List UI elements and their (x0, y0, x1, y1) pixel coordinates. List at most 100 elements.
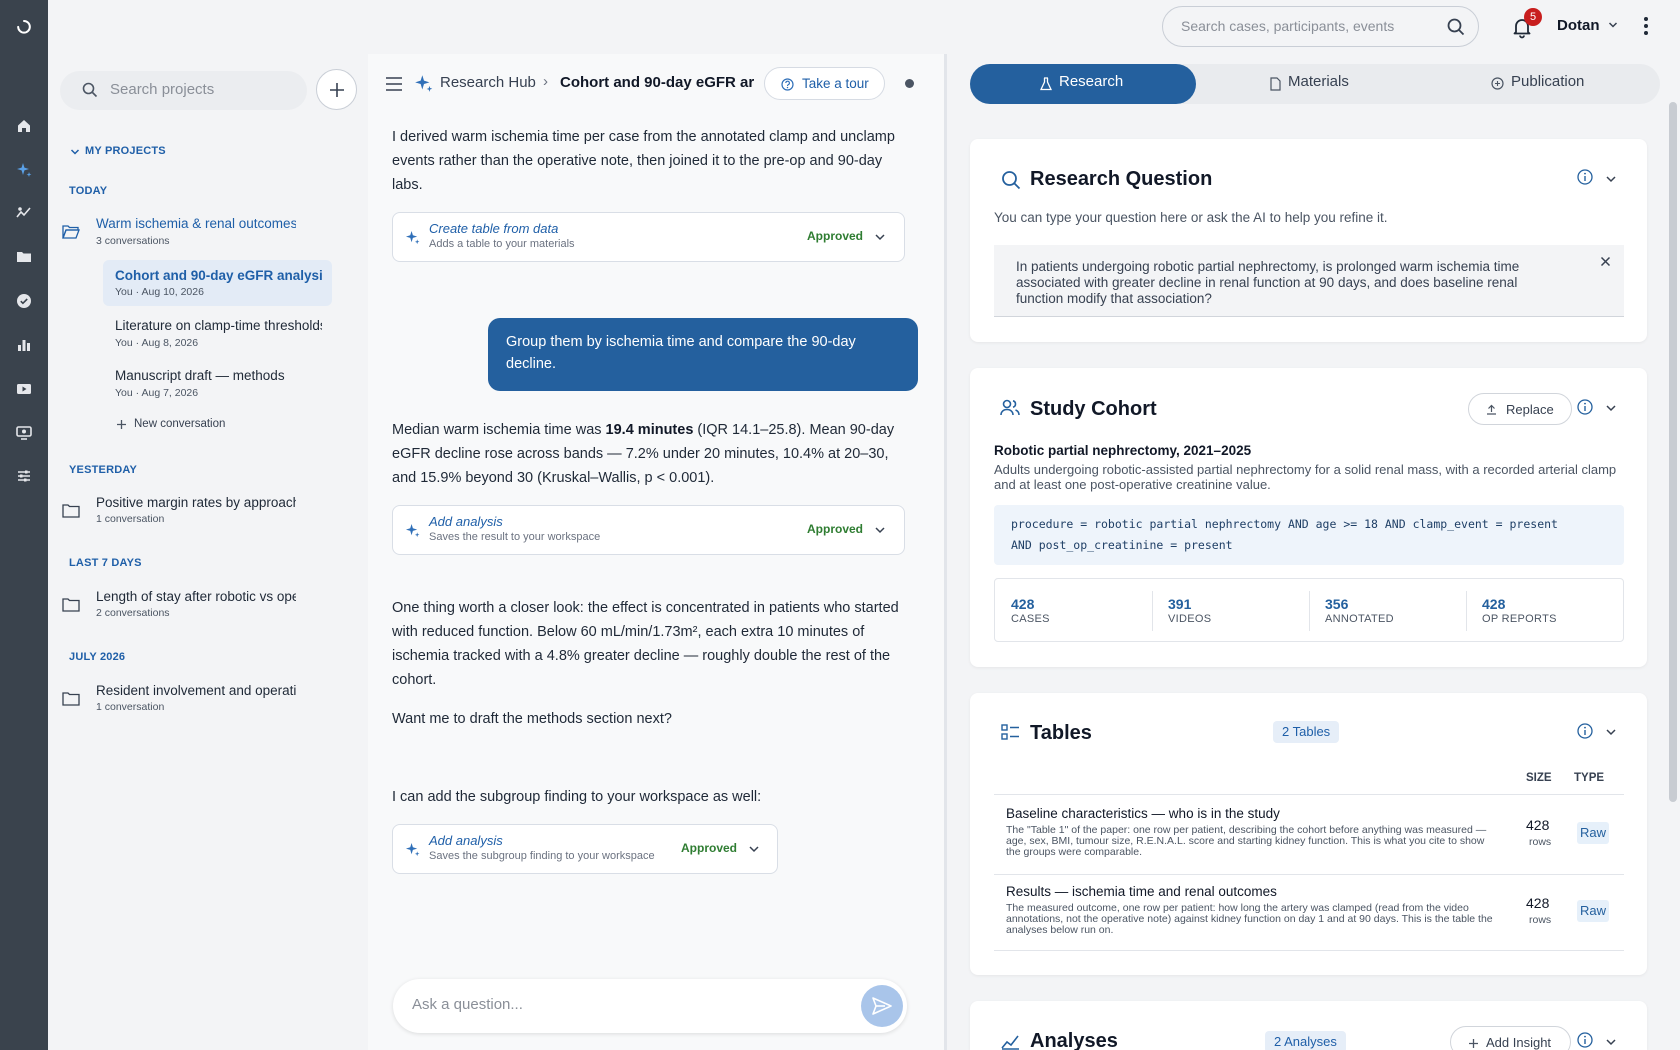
tool-card-add-analysis[interactable]: Add analysis Saves the result to your wo… (392, 505, 905, 555)
replace-label: Replace (1506, 402, 1554, 417)
research-question-field[interactable]: In patients undergoing robotic partial n… (994, 245, 1624, 317)
table-description: The measured outcome, one row per patien… (1006, 902, 1493, 936)
chevron-down-icon[interactable] (874, 231, 886, 243)
tool-subtitle: Saves the subgroup finding to your works… (429, 850, 655, 862)
verified-icon[interactable] (14, 291, 34, 311)
tables-count-badge: 2 Tables (1273, 721, 1340, 743)
col-type-header: TYPE (1574, 772, 1605, 784)
tab-materials[interactable]: Materials (1288, 73, 1349, 90)
home-icon[interactable] (14, 116, 34, 136)
flask-icon (1040, 77, 1052, 91)
assistant-message: One thing worth a closer look: the effec… (392, 600, 899, 688)
folder-icon (62, 504, 80, 518)
divider (994, 874, 1624, 875)
cohort-stats (994, 578, 1624, 642)
ask-input[interactable] (412, 996, 832, 1013)
global-search[interactable] (1162, 6, 1479, 47)
table-size-unit: rows (1529, 836, 1552, 848)
chevron-down-icon[interactable] (1605, 173, 1617, 185)
tool-title: Add analysis (429, 833, 503, 848)
analyses-title: Analyses (1030, 1030, 1118, 1050)
app-logo-icon[interactable] (12, 14, 36, 38)
search-icon (1002, 171, 1021, 190)
more-options-icon[interactable] (1639, 14, 1653, 38)
monitor-icon[interactable] (14, 423, 34, 443)
replace-button[interactable]: Replace (1468, 393, 1572, 425)
project-item-count: 1 conversation (96, 701, 165, 713)
approved-status: Approved (807, 522, 864, 536)
chevron-down-icon[interactable] (70, 147, 80, 157)
project-item[interactable]: Resident involvement and operative time (96, 683, 296, 698)
info-icon[interactable] (1577, 723, 1593, 739)
project-item[interactable]: Length of stay after robotic vs open (96, 589, 296, 604)
info-icon[interactable] (1577, 1032, 1593, 1048)
tab-publication[interactable]: Publication (1511, 73, 1584, 90)
stat-videos-label: VIDEOS (1168, 613, 1212, 625)
menu-icon[interactable] (385, 76, 403, 92)
chevron-down-icon[interactable] (1605, 726, 1617, 738)
search-icon[interactable] (1447, 18, 1465, 36)
chevron-down-icon[interactable] (1608, 20, 1618, 30)
conversation-item-active[interactable] (103, 260, 332, 306)
col-size-header: SIZE (1526, 772, 1552, 784)
new-project-button[interactable] (316, 69, 357, 110)
workspace-scrollbar[interactable] (1669, 102, 1677, 802)
table-type-badge: Raw (1577, 822, 1609, 844)
ask-box[interactable] (393, 979, 907, 1033)
tool-card-add-subgroup[interactable]: Add analysis Saves the subgroup finding … (392, 824, 778, 874)
conversation-item[interactable]: Manuscript draft — methods (115, 368, 322, 383)
video-icon[interactable] (14, 379, 34, 399)
tool-subtitle: Adds a table to your materials (429, 238, 575, 250)
approved-status: Approved (807, 229, 864, 243)
breadcrumb-research-hub[interactable]: Research Hub (440, 74, 536, 91)
breadcrumb-separator: › (543, 73, 548, 90)
tool-title: Create table from data (429, 221, 559, 236)
project-item-count: 1 conversation (96, 513, 165, 525)
take-tour-button[interactable]: Take a tour (764, 67, 885, 100)
analytics-icon[interactable] (14, 203, 34, 223)
add-insight-button[interactable]: Add Insight (1450, 1026, 1571, 1050)
chevron-down-icon[interactable] (1605, 1036, 1617, 1048)
section-today: TODAY (69, 185, 108, 197)
close-icon[interactable] (1600, 256, 1611, 267)
table-size-unit: rows (1529, 914, 1552, 926)
stat-cases-value: 428 (1011, 596, 1035, 612)
my-projects-header[interactable]: MY PROJECTS (85, 145, 166, 157)
app-rail (0, 0, 48, 1050)
send-button[interactable] (861, 985, 903, 1027)
section-yesterday: YESTERDAY (69, 464, 138, 476)
search-icon (82, 82, 98, 98)
settings-sliders-icon[interactable] (14, 466, 34, 486)
plus-icon (1469, 1039, 1478, 1048)
assistant-message: Median warm ischemia time was 19.4 minut… (392, 422, 895, 486)
global-search-input[interactable] (1181, 18, 1436, 34)
tool-card-create-table[interactable]: Create table from data Adds a table to y… (392, 212, 905, 262)
sparkle-nav-icon[interactable] (14, 160, 34, 180)
bar-chart-icon[interactable] (14, 335, 34, 355)
project-item-count: 2 conversations (96, 607, 170, 619)
tool-subtitle: Saves the result to your workspace (429, 531, 601, 543)
stat-cases-label: CASES (1011, 613, 1050, 625)
info-icon[interactable] (1577, 399, 1593, 415)
conversation-item[interactable]: Literature on clamp-time thresholds (115, 318, 322, 333)
folder-open-icon (62, 225, 80, 239)
sparkle-icon (405, 842, 420, 857)
folder-nav-icon[interactable] (14, 247, 34, 267)
send-icon (872, 997, 892, 1015)
approved-status: Approved (681, 841, 738, 855)
table-name: Results — ischemia time and renal outcom… (1006, 884, 1277, 899)
chevron-down-icon[interactable] (748, 843, 760, 855)
project-search[interactable] (60, 71, 307, 110)
new-conversation-link[interactable]: New conversation (134, 418, 225, 430)
project-search-input[interactable] (110, 81, 290, 98)
chevron-down-icon[interactable] (1605, 402, 1617, 414)
project-item-count: 3 conversations (96, 235, 170, 247)
project-item[interactable]: Warm ischemia & renal outcomes (96, 216, 296, 231)
info-icon[interactable] (1577, 169, 1593, 185)
user-menu[interactable]: Dotan (1557, 17, 1600, 34)
project-item[interactable]: Positive margin rates by approach (96, 495, 296, 510)
stat-op-reports-value: 428 (1482, 596, 1506, 612)
chevron-down-icon[interactable] (874, 524, 886, 536)
analyses-count-badge: 2 Analyses (1265, 1031, 1346, 1050)
conversation-title: Cohort and 90-day eGFR analysis (115, 268, 322, 283)
